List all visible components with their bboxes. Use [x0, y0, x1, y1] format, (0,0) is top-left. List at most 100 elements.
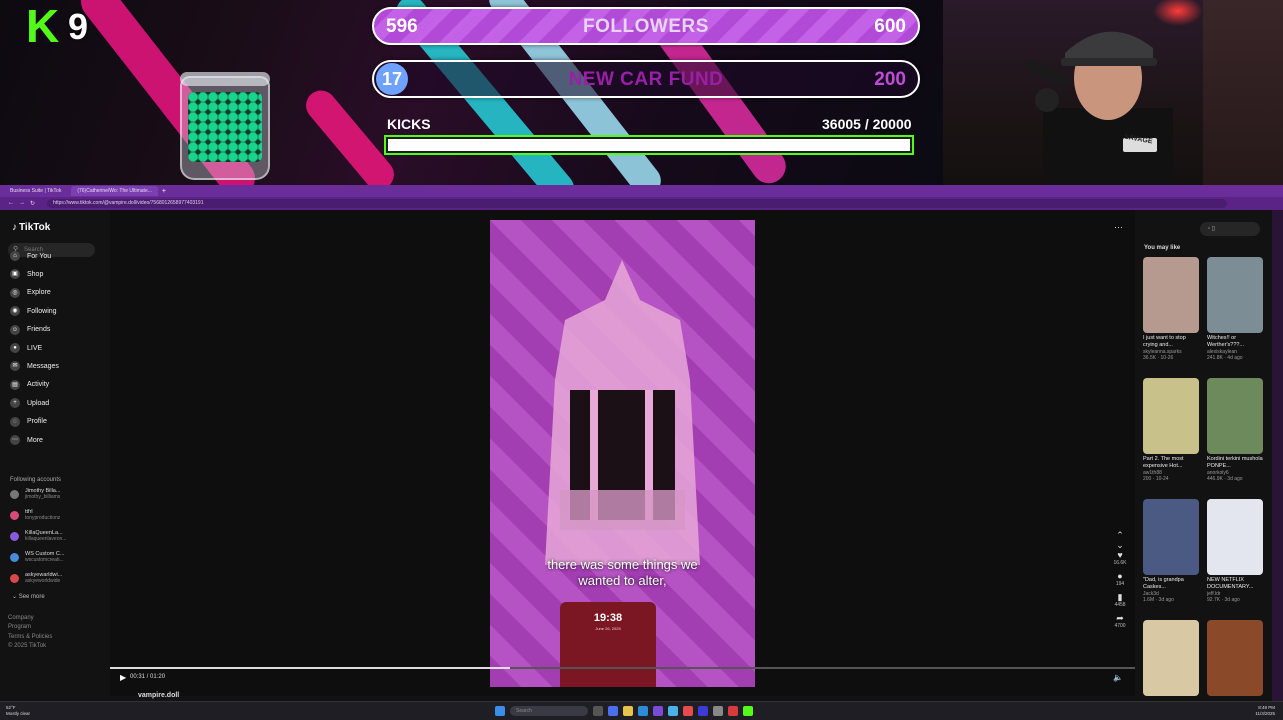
tab-tiktok-video[interactable]: (76)Catherine/Wo: The Ultimate...	[71, 186, 158, 196]
top-controls[interactable]: ▫ ▯	[1200, 222, 1260, 236]
taskbar-search[interactable]: Search	[510, 706, 588, 716]
video-thumbnail[interactable]	[1143, 620, 1199, 696]
video-thumbnail[interactable]	[1207, 378, 1263, 454]
weather-widget[interactable]: 52°F Mostly clear	[6, 705, 30, 717]
new-tab-icon[interactable]: +	[162, 188, 166, 195]
url-input[interactable]: https://www.tiktok.com/@vampire.doll/vid…	[47, 199, 1228, 208]
sidebar-item-label: Messages	[27, 362, 59, 370]
kick-logo-icon: K	[26, 0, 60, 52]
system-tray-clock[interactable]: 8:48 PM 11/3/2025	[1255, 705, 1275, 717]
tiktok-sidebar: ♪ TikTok ⚲ Search ⌂ For You ▣ Shop ◎ Explore ◉ F…	[0, 210, 110, 696]
recommended-video-card[interactable]	[1143, 620, 1201, 712]
recommended-video-card[interactable]	[1207, 620, 1265, 712]
video-caption: there was some things we wanted to alter…	[547, 557, 698, 588]
sidebar-item-upload[interactable]: + Upload	[10, 397, 49, 409]
video-player[interactable]: there was some things we wanted to alter…	[490, 220, 755, 687]
taskview-icon[interactable]	[593, 706, 603, 716]
scroll-up-icon[interactable]: ⌃	[1113, 530, 1127, 540]
app-icon[interactable]	[683, 706, 693, 716]
app-icon[interactable]	[608, 706, 618, 716]
app-icon[interactable]	[728, 706, 738, 716]
sidebar-item-activity[interactable]: ▤ Activity	[10, 379, 49, 391]
video-author[interactable]: vampire.doll	[138, 692, 179, 699]
action-bar: ⌃ ⌄ ♥ 16.6K ● 194 ▮ 4458 ➦ 4700	[1113, 530, 1127, 634]
video-meta: 241.8K · 4d ago	[1207, 355, 1243, 361]
sidebar-item-messages[interactable]: ✉ Messages	[10, 360, 59, 372]
sidebar-item-following[interactable]: ◉ Following	[10, 305, 57, 317]
video-thumbnail[interactable]	[1207, 257, 1263, 333]
comment-icon[interactable]: ●	[1113, 571, 1127, 581]
footer-terms[interactable]: Terms & Policies	[8, 634, 52, 640]
live-icon: ●	[10, 343, 20, 353]
recommended-video-card[interactable]: I just want to stop crying and... skylean…	[1143, 257, 1201, 361]
sidebar-item-label: More	[27, 436, 43, 444]
app-icon[interactable]	[653, 706, 663, 716]
kick-count: 9	[68, 6, 89, 47]
recommended-video-card[interactable]: Part 2. The most expensive Hot... aw1th88…	[1143, 378, 1201, 482]
car-fund-goal-bar: 17 NEW CAR FUND 200	[372, 60, 920, 98]
forward-icon[interactable]: →	[19, 200, 25, 207]
recommendations-panel: ▫ ▯ You may like I just want to stop cry…	[1135, 210, 1272, 696]
video-title: Kordini terkini mushola PONPE...	[1207, 456, 1263, 469]
tiktok-logo[interactable]: ♪ TikTok	[12, 222, 50, 233]
screen: K 9 596 FOLLOWERS 600 17 NEW CAR FUND 20…	[0, 0, 1283, 720]
sidebar-item-label: Following	[27, 307, 57, 315]
sidebar-item-profile[interactable]: ◌ Profile	[10, 416, 47, 428]
app-icon[interactable]	[713, 706, 723, 716]
recommended-video-card[interactable]: "Dad, is grandpa Caskes... Jack3d 1.6M · 3…	[1143, 499, 1201, 603]
footer-program[interactable]: Program	[8, 624, 31, 630]
sidebar-item-explore[interactable]: ◎ Explore	[10, 287, 51, 299]
sidebar-item-for-you[interactable]: ⌂ For You	[10, 250, 51, 262]
following-account[interactable]: askyewarldwi... askyeworldwide	[10, 572, 62, 584]
video-progress-fill	[110, 667, 510, 669]
sidebar-item-shop[interactable]: ▣ Shop	[10, 268, 43, 280]
start-icon[interactable]	[495, 706, 505, 716]
folder-icon[interactable]	[623, 706, 633, 716]
tiktok-logo-icon: ♪	[12, 222, 17, 233]
recommended-video-card[interactable]: NEW NETFLIX DOCUMENTARY... jeff.ldr 92.7K …	[1207, 499, 1265, 603]
stream-overlay: K 9 596 FOLLOWERS 600 17 NEW CAR FUND 20…	[0, 0, 943, 185]
reload-icon[interactable]: ↻	[30, 200, 35, 207]
webcam-feed: SAVAGE	[943, 0, 1283, 185]
recommended-video-card[interactable]: Kordini terkini mushola PONPE... anorkoly…	[1207, 378, 1265, 482]
sidebar-item-live[interactable]: ● LIVE	[10, 342, 42, 354]
video-meta: 1.6M · 3d ago	[1143, 597, 1174, 603]
video-title: Witches!! or Werther's???...	[1207, 335, 1245, 348]
scroll-down-icon[interactable]: ⌄	[1113, 540, 1127, 550]
volume-icon[interactable]: 🔈	[1113, 673, 1123, 682]
following-account[interactable]: KillaQueenLa... killaqueenlaveon...	[10, 530, 66, 542]
phone-date: June 26, 2025	[595, 626, 621, 631]
tab-bar: Business Suite | TikTok (76)Catherine/Wo…	[0, 185, 1283, 197]
recommended-video-card[interactable]: Witches!! or Werther's???... alexiskaylea…	[1207, 257, 1265, 361]
edge-icon[interactable]	[638, 706, 648, 716]
kicks-progress-bar	[384, 135, 914, 155]
kick-app-icon[interactable]	[743, 706, 753, 716]
app-icon[interactable]	[698, 706, 708, 716]
bookmark-count: 4458	[1114, 602, 1126, 608]
sidebar-item-more[interactable]: ⋯ More	[10, 434, 43, 446]
sidebar-item-label: Shop	[27, 270, 44, 278]
video-thumbnail[interactable]	[1143, 378, 1199, 454]
friends-icon: ☺	[10, 324, 20, 335]
video-thumbnail[interactable]	[1143, 257, 1199, 333]
following-account[interactable]: ttfrl tonyproductionz	[10, 509, 60, 521]
heart-icon[interactable]: ♥	[1113, 550, 1127, 560]
following-account[interactable]: Jimothy Billa... jimothy_billiams	[10, 488, 60, 500]
more-options-icon[interactable]: ⋯	[1114, 222, 1123, 233]
see-more-link[interactable]: ⌄ See more	[12, 593, 45, 600]
video-thumbnail[interactable]	[1207, 620, 1263, 696]
footer-company[interactable]: Company	[8, 615, 34, 621]
video-thumbnail[interactable]	[1207, 499, 1263, 575]
video-thumbnail[interactable]	[1143, 499, 1199, 575]
play-icon[interactable]: ▶	[120, 673, 126, 682]
sidebar-item-label: Profile	[27, 418, 47, 426]
browser-sidebar-strip	[1272, 210, 1283, 720]
back-icon[interactable]: ←	[8, 200, 14, 207]
share-icon[interactable]: ➦	[1113, 613, 1127, 623]
bookmark-icon[interactable]: ▮	[1113, 592, 1127, 602]
sidebar-item-friends[interactable]: ☺ Friends	[10, 324, 50, 336]
tab-business-suite[interactable]: Business Suite | TikTok	[4, 186, 67, 196]
following-account[interactable]: WS Custom C... wscustomcreati...	[10, 551, 64, 563]
app-icon[interactable]	[668, 706, 678, 716]
video-progress-bar[interactable]	[110, 667, 1135, 669]
